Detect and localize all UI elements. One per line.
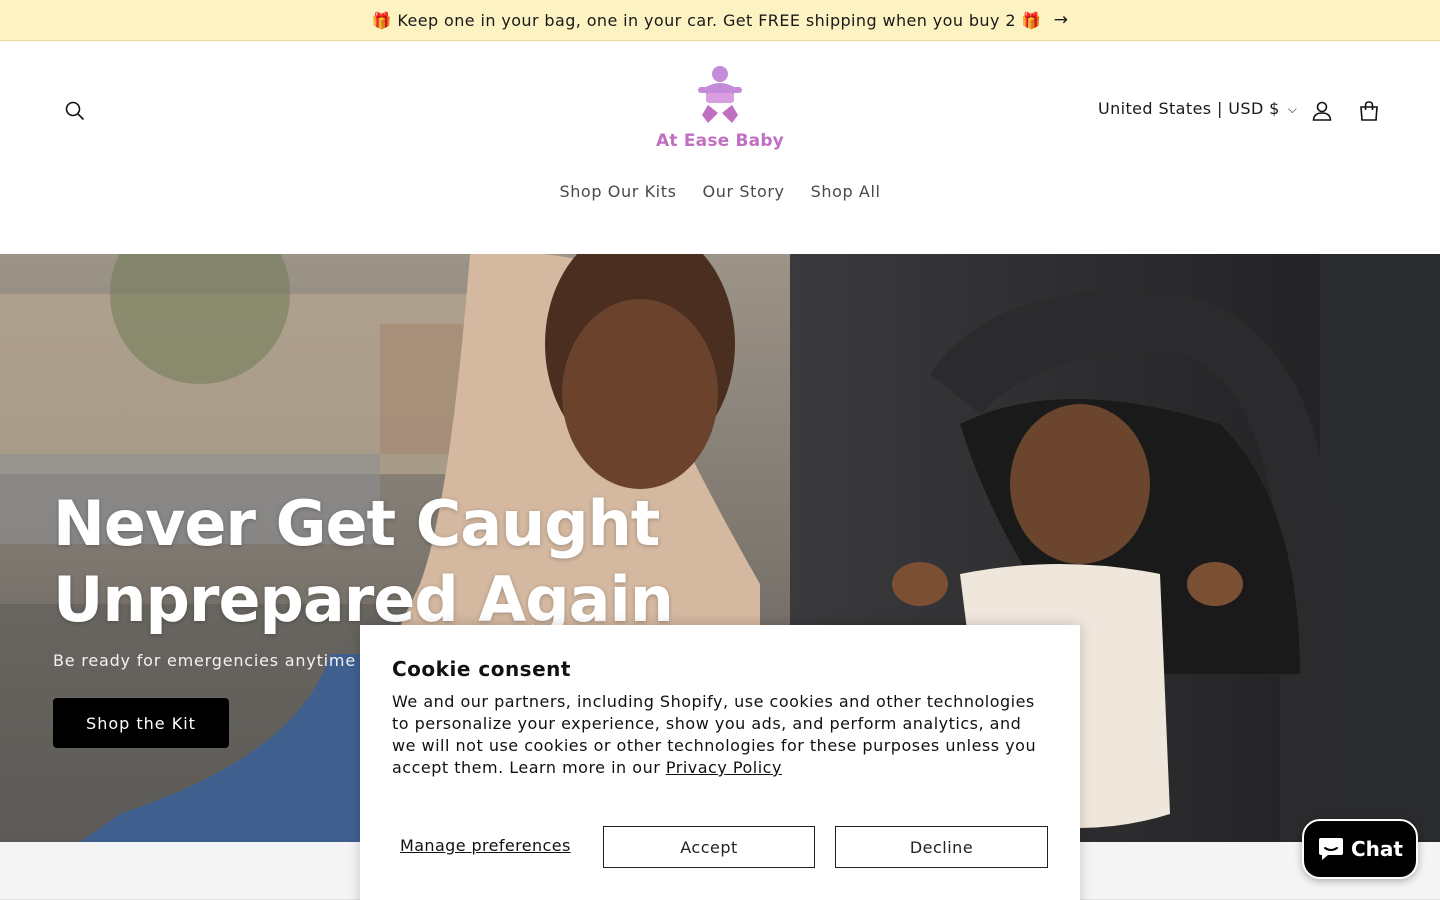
cart-button[interactable]: [1347, 89, 1391, 133]
cookie-body: We and our partners, including Shopify, …: [392, 691, 1048, 779]
arrow-right-icon[interactable]: →: [1054, 10, 1069, 30]
announcement-bar[interactable]: 🎁 Keep one in your bag, one in your car.…: [0, 0, 1440, 41]
manage-preferences-link[interactable]: Manage preferences: [400, 836, 571, 855]
account-icon: [1312, 101, 1332, 121]
locale-label: United States | USD $: [1098, 99, 1280, 118]
nav-shop-our-kits[interactable]: Shop Our Kits: [559, 182, 676, 201]
chat-button[interactable]: Chat: [1302, 819, 1418, 879]
cookie-consent-dialog: Cookie consent We and our partners, incl…: [360, 625, 1080, 900]
nav-shop-all[interactable]: Shop All: [811, 182, 881, 201]
country-currency-selector[interactable]: United States | USD $ ⌵: [1098, 99, 1297, 118]
nav-our-story[interactable]: Our Story: [703, 182, 785, 201]
cookie-title: Cookie consent: [392, 657, 571, 681]
accept-button[interactable]: Accept: [603, 826, 815, 868]
announcement-text[interactable]: 🎁 Keep one in your bag, one in your car.…: [372, 11, 1042, 30]
privacy-policy-link[interactable]: Privacy Policy: [666, 758, 782, 777]
decline-button[interactable]: Decline: [835, 826, 1048, 868]
search-button[interactable]: [53, 89, 97, 133]
cookie-actions: Manage preferences Accept Decline: [392, 826, 1048, 868]
chevron-down-icon: ⌵: [1287, 102, 1298, 116]
site-header: At Ease Baby United States | USD $ ⌵ Sho…: [0, 41, 1440, 254]
account-button[interactable]: [1300, 89, 1344, 133]
cart-icon: [1360, 101, 1378, 121]
hero-subtitle: Be ready for emergencies anytime: [53, 651, 356, 670]
brand-name: At Ease Baby: [656, 131, 784, 151]
search-icon: [65, 101, 85, 121]
main-navigation: Shop Our Kits Our Story Shop All: [0, 182, 1440, 201]
baby-logo-icon: [698, 66, 742, 123]
brand-logo[interactable]: At Ease Baby: [650, 65, 790, 160]
chat-label: Chat: [1351, 837, 1403, 861]
hero-title: Never Get Caught Unprepared Again: [53, 487, 674, 636]
chat-bubble-icon: [1319, 838, 1343, 860]
shop-the-kit-button[interactable]: Shop the Kit: [53, 698, 229, 748]
